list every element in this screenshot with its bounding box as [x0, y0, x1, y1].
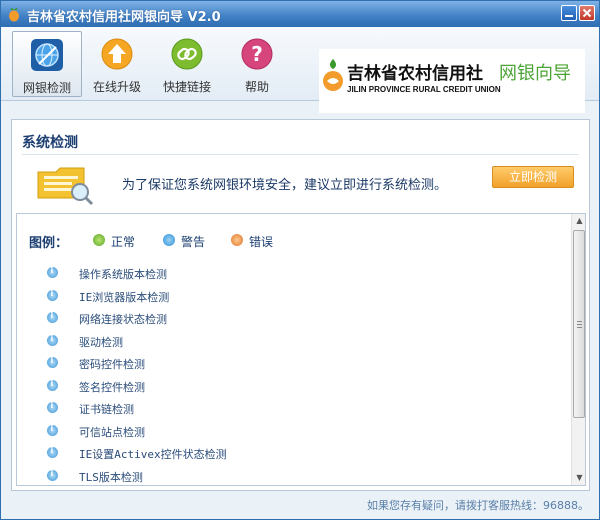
check-item-label: 签名控件检测	[79, 381, 145, 394]
list-item: 可信站点检测	[47, 422, 497, 440]
minimize-icon	[565, 15, 573, 17]
scroll-thumb[interactable]	[573, 230, 585, 418]
tab-online-upgrade[interactable]: 在线升级	[82, 31, 152, 97]
list-item: IE设置Activex控件状态检测	[47, 444, 497, 462]
info-status-icon	[47, 469, 58, 481]
check-item-label: IE设置Activex控件状态检测	[79, 448, 227, 461]
check-item-label: 密码控件检测	[79, 358, 145, 371]
minimize-button[interactable]	[561, 5, 577, 21]
info-status-icon	[47, 379, 58, 391]
product-name: 网银向导	[499, 63, 571, 84]
info-status-icon	[47, 311, 58, 323]
close-icon	[582, 8, 592, 18]
start-check-button[interactable]: 立即检测	[492, 166, 574, 188]
app-logo-icon	[9, 8, 19, 22]
window-title: 吉林省农村信用社网银向导 V2.0	[27, 10, 221, 25]
check-advice-text: 为了保证您系统网银环境安全，建议立即进行系统检测。	[122, 178, 448, 193]
upgrade-arrow-icon	[101, 38, 133, 70]
main-toolbar: 网银检测 在线升级 快捷链接 ? 帮助 吉林省农村信用社 JILIN PROVI…	[1, 27, 599, 113]
tab-bank-check[interactable]: 网银检测	[12, 31, 82, 97]
info-status-icon	[47, 334, 58, 346]
grip-icon	[577, 321, 582, 328]
list-item: 驱动检测	[47, 332, 497, 350]
check-item-label: TLS版本检测	[79, 471, 143, 484]
info-status-icon	[47, 401, 58, 413]
section-divider	[22, 154, 579, 155]
check-item-label: 操作系统版本检测	[79, 268, 167, 281]
link-icon	[171, 38, 203, 70]
list-item: 网络连接状态检测	[47, 309, 497, 327]
tab-help[interactable]: ? 帮助	[222, 31, 292, 97]
check-item-label: 证书链检测	[79, 403, 134, 416]
list-item: IE浏览器版本检测	[47, 287, 497, 305]
tab-quick-links[interactable]: 快捷链接	[152, 31, 222, 97]
folder-scan-icon	[37, 167, 94, 206]
list-item: 证书链检测	[47, 399, 497, 417]
tab-quick-links-label: 快捷链接	[162, 80, 211, 94]
svg-text:?: ?	[251, 42, 263, 66]
credit-union-logo-icon	[323, 59, 343, 91]
check-item-label: 驱动检测	[79, 336, 123, 349]
scroll-down-icon[interactable]: ▼	[572, 471, 585, 485]
legend-normal-label: 正常	[111, 235, 136, 249]
title-bar[interactable]: 吉林省农村信用社网银向导 V2.0	[1, 1, 599, 27]
brand-name-en: JILIN PROVINCE RURAL CREDIT UNION	[347, 85, 501, 94]
section-title: 系统检测	[22, 135, 78, 151]
check-item-label: 可信站点检测	[79, 426, 145, 439]
list-item: 密码控件检测	[47, 354, 497, 372]
brand-name-cn: 吉林省农村信用社	[347, 64, 483, 84]
help-question-icon: ?	[241, 38, 273, 70]
info-status-icon	[47, 356, 58, 368]
globe-icon	[31, 39, 63, 71]
list-item: TLS版本检测	[47, 467, 497, 485]
error-minus-icon	[231, 234, 243, 246]
legend-warning-label: 警告	[181, 235, 206, 249]
tab-help-label: 帮助	[244, 80, 269, 94]
check-item-label: 网络连接状态检测	[79, 313, 167, 326]
content-panel: 系统检测 为了保证您系统网银环境安全，建议立即进行系统检测。 立即检测 图例： …	[11, 119, 590, 491]
check-ok-icon	[93, 234, 105, 246]
hotline-text: 如果您存有疑问，请拨打客服热线：96888。	[367, 499, 589, 512]
info-status-icon	[47, 424, 58, 436]
check-item-label: IE浏览器版本检测	[79, 291, 170, 304]
legend-title: 图例：	[29, 236, 69, 251]
info-status-icon	[47, 289, 58, 301]
info-status-icon	[47, 446, 58, 458]
list-item: 签名控件检测	[47, 377, 497, 395]
legend-error-label: 错误	[249, 235, 274, 249]
close-button[interactable]	[579, 5, 595, 21]
app-window: 吉林省农村信用社网银向导 V2.0 网银检测 在线升级 快捷链接 ? 帮助 吉林…	[0, 0, 600, 520]
check-list-box[interactable]: 图例： 正常 警告 错误 操作系统版本检测 IE浏览器版本	[16, 213, 586, 486]
vertical-scrollbar[interactable]: ▲ ▼	[571, 214, 585, 485]
tab-online-upgrade-label: 在线升级	[92, 80, 141, 94]
tab-bank-check-label: 网银检测	[22, 81, 71, 95]
list-item: 操作系统版本检测	[47, 264, 497, 282]
info-status-icon	[47, 266, 58, 278]
warning-info-icon	[163, 234, 175, 246]
brand-logo: 吉林省农村信用社 JILIN PROVINCE RURAL CREDIT UNI…	[319, 49, 585, 113]
scroll-up-icon[interactable]: ▲	[572, 214, 585, 228]
